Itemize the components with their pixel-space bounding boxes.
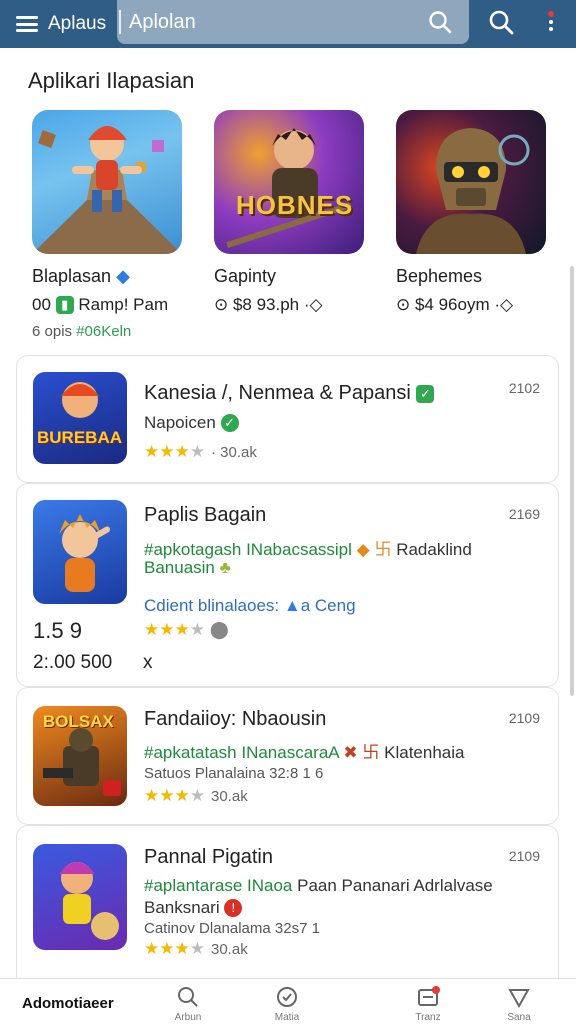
nav-label: Sana — [507, 1012, 531, 1023]
game-illustration — [59, 862, 119, 940]
app-title: Kanesia /, Nenmea & Papansi ✓ — [144, 382, 435, 405]
nav-label: Arbun — [174, 1012, 202, 1023]
rating-stars: ★★★★ 30.ak — [144, 939, 248, 958]
nav-search[interactable]: Arbun — [158, 985, 218, 1023]
bottom-navigation: Adomotiaeer Arbun Matia Tranz Sana — [0, 978, 576, 1024]
list-item[interactable]: Paplis Bagain 2169 #apkotagash INabacsas… — [16, 483, 559, 687]
search-input[interactable]: Aplolan — [117, 0, 469, 44]
app-meta: ⊙ $4 96oym ·◇ — [396, 295, 514, 314]
icon-text: BUREBAA — [37, 428, 122, 447]
inbox-icon — [418, 986, 440, 1006]
search-icon[interactable] — [427, 9, 453, 35]
play-badge-icon: ▮ — [55, 296, 74, 314]
app-number: 2102 — [508, 380, 540, 396]
search-icon — [178, 987, 198, 1007]
nav-label: Matia — [274, 1012, 300, 1023]
developer-name: Napoicen ✓ — [144, 413, 239, 433]
app-tags: #aplantarase INaoa Paan Pananari Adrlalv… — [144, 876, 493, 895]
verified-icon: ✓ — [416, 385, 435, 403]
app-art — [32, 110, 182, 254]
nav-updates[interactable]: Matia — [257, 985, 317, 1023]
left-stat-2: 2:.00 500 — [33, 652, 113, 673]
app-title: Pannal Pigatin — [144, 846, 273, 868]
app-icon: BUREBAA — [33, 372, 127, 464]
app-tags: #apkatatash INanascaraA ✖ 卐 Klatenhaia — [144, 743, 465, 762]
search-value: Aplolan — [129, 10, 196, 33]
heart-shield-icon — [508, 989, 530, 1009]
app-number: 2109 — [508, 848, 540, 864]
left-stat-1: 1.5 9 — [33, 618, 82, 643]
app-category: Banksnari ! — [144, 898, 243, 918]
featured-app-card[interactable]: Blaplasan ◆ 00 ▮ Ramp! Pam 6 opis #06Kel… — [32, 110, 184, 340]
clock-icon — [277, 987, 297, 1007]
app-art: HOBNES — [214, 110, 364, 254]
app-title: Fandaiioy: Nbaousin — [144, 708, 327, 730]
alert-icon: ! — [224, 899, 243, 917]
app-brand: Aplaus — [48, 13, 107, 34]
menu-icon[interactable] — [16, 16, 38, 32]
text-cursor — [119, 10, 121, 34]
rating-stars: ★★★★ ⬤ — [144, 620, 229, 639]
nav-label: Tranz — [415, 1012, 441, 1023]
section-title: Aplikari Ilapasian — [28, 68, 195, 93]
app-sub: 6 opis #06Keln — [32, 323, 132, 340]
nav-inbox[interactable]: Tranz — [398, 985, 458, 1023]
rating-stars: ★★★★ · 30.ak — [144, 442, 257, 461]
app-category: Banuasin ♣ — [144, 558, 231, 577]
rating-stars: ★★★★ 30.ak — [144, 786, 248, 805]
app-name: Bephemes — [396, 266, 483, 286]
game-illustration — [416, 128, 530, 254]
list-item[interactable]: Pannal Pigatin 2109 #aplantarase INaoa P… — [16, 825, 559, 978]
app-icon — [33, 844, 127, 950]
list-item[interactable]: BUREBAA Kanesia /, Nenmea & Papansi ✓ 21… — [16, 355, 559, 483]
verified-icon: ✓ — [220, 414, 239, 432]
app-icon: BOLSAX — [33, 706, 127, 806]
nav-saved[interactable]: Sana — [489, 985, 549, 1023]
list-item[interactable]: BOLSAX Fandaiioy: Nbaousin 2109 #apkatat… — [16, 687, 559, 825]
app-name: Blaplasan ◆ — [32, 266, 130, 286]
app-meta: ⊙ $8 93.ph ·◇ — [214, 295, 323, 314]
game-illustration — [226, 128, 352, 248]
scrollbar[interactable] — [570, 266, 574, 696]
app-subline: Catinov Dlanalama 32s7 1 — [144, 920, 320, 937]
overflow-menu-icon[interactable] — [546, 8, 556, 34]
game-logo-text: HOBNES — [236, 190, 354, 220]
close-mark: x — [143, 652, 153, 673]
app-number: 2169 — [508, 506, 540, 522]
app-subline: Satuos Planalaina 32:8 1 6 — [144, 765, 324, 782]
nav-home[interactable]: Adomotiaeer — [22, 995, 114, 1012]
game-illustration — [59, 514, 111, 592]
app-name: Gapinty — [214, 266, 277, 286]
app-number: 2109 — [508, 710, 540, 726]
app-meta: 00 ▮ Ramp! Pam — [32, 295, 169, 314]
game-illustration — [61, 382, 99, 418]
search-icon[interactable] — [487, 8, 515, 36]
app-art — [396, 110, 546, 254]
game-illustration — [32, 126, 182, 254]
featured-app-card[interactable]: HOBNES Gapinty ⊙ $8 93.ph ·◇ — [214, 110, 366, 315]
app-title: Paplis Bagain — [144, 504, 267, 526]
app-icon — [33, 500, 127, 604]
featured-app-card[interactable]: Bephemes ⊙ $4 96oym ·◇ — [396, 110, 548, 315]
app-tags: #apkotagash INabacsassipl ◆ 卐 Radaklind — [144, 540, 472, 559]
icon-text: BOLSAX — [43, 712, 114, 731]
client-info: Cdient blinalaoes: ▲a Ceng — [144, 596, 356, 615]
